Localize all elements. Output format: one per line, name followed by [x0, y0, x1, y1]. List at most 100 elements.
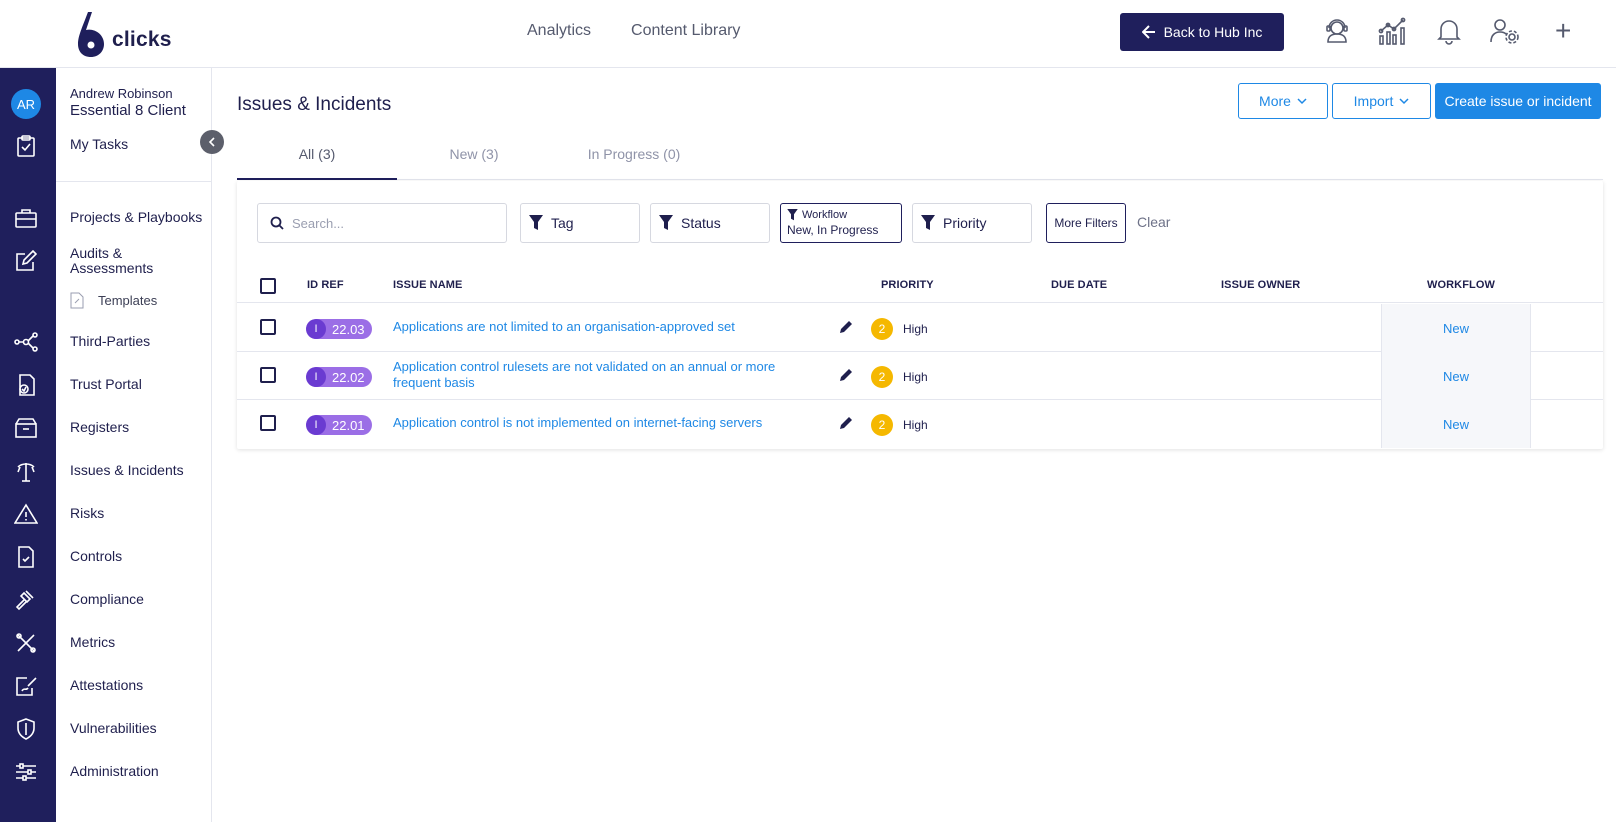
workflow-status[interactable]: New	[1381, 304, 1531, 352]
table-row[interactable]: I 22.01 Application control is not imple…	[237, 400, 1603, 448]
user-settings-icon[interactable]	[1488, 14, 1522, 48]
workflow-filter-value: New, In Progress	[787, 223, 879, 237]
priority-filter[interactable]: Priority	[912, 203, 1032, 243]
nav-analytics[interactable]: Analytics	[527, 22, 591, 40]
user-name: Andrew Robinson	[70, 86, 173, 101]
col-due-date[interactable]: DUE DATE	[1051, 279, 1107, 291]
id-ref-badge[interactable]: I 22.01	[306, 415, 372, 435]
create-issue-button[interactable]: Create issue or incident	[1435, 83, 1601, 119]
id-ref-badge[interactable]: I 22.03	[306, 319, 372, 339]
administration-sliders-icon[interactable]	[14, 760, 38, 784]
select-all-checkbox[interactable]	[260, 278, 276, 294]
more-filters-button[interactable]: More Filters	[1046, 203, 1126, 243]
sidebar-item-metrics[interactable]: Metrics	[70, 635, 115, 650]
controls-document-icon[interactable]	[14, 545, 38, 569]
issue-type-badge: I	[306, 415, 326, 435]
issue-type-badge: I	[306, 367, 326, 387]
sidebar-item-templates[interactable]: Templates	[70, 292, 157, 309]
trust-document-icon[interactable]	[14, 373, 38, 397]
tab-bar: All (3) New (3) In Progress (0)	[237, 144, 1603, 180]
import-button[interactable]: Import	[1332, 83, 1431, 119]
chevron-down-icon	[1399, 98, 1409, 105]
table-row[interactable]: I 22.03 Applications are not limited to …	[237, 304, 1603, 352]
sidebar-item-projects[interactable]: Projects & Playbooks	[70, 210, 202, 225]
vulnerabilities-shield-icon[interactable]	[14, 717, 38, 741]
workflow-filter[interactable]: Workflow New, In Progress	[780, 203, 902, 243]
avatar[interactable]: AR	[11, 89, 41, 119]
priority-text: High	[903, 418, 928, 432]
tab-in-progress[interactable]: In Progress (0)	[554, 144, 714, 180]
tasks-clipboard-icon[interactable]	[14, 134, 38, 158]
analytics-chart-icon[interactable]	[1376, 14, 1410, 48]
sidebar-item-controls[interactable]: Controls	[70, 549, 122, 564]
col-priority[interactable]: PRIORITY	[881, 279, 934, 291]
edit-document-icon[interactable]	[14, 249, 38, 273]
sidebar-item-administration[interactable]: Administration	[70, 764, 159, 779]
row-checkbox[interactable]	[260, 319, 276, 335]
issue-type-badge: I	[306, 319, 326, 339]
pencil-icon[interactable]	[838, 415, 854, 431]
search-input[interactable]	[292, 215, 492, 231]
sidebar-item-issues[interactable]: Issues & Incidents	[70, 463, 184, 478]
risk-warning-icon[interactable]	[14, 502, 38, 526]
tag-filter[interactable]: Tag	[520, 203, 640, 243]
bell-icon[interactable]	[1432, 14, 1466, 48]
issues-table-card: Tag Status Workflow New, In Progress Pri…	[237, 181, 1603, 449]
logo-text: clicks	[112, 28, 172, 51]
more-button[interactable]: More	[1238, 83, 1328, 119]
issue-name-link[interactable]: Applications are not limited to an organ…	[393, 319, 793, 335]
priority-filter-label: Priority	[943, 215, 987, 231]
sidebar-item-trust-portal[interactable]: Trust Portal	[70, 377, 142, 392]
issues-flag-icon[interactable]	[14, 459, 38, 483]
sidebar-item-risks[interactable]: Risks	[70, 506, 104, 521]
support-icon[interactable]	[1320, 14, 1354, 48]
sidebar-item-registers[interactable]: Registers	[70, 420, 129, 435]
filter-icon	[787, 209, 798, 221]
top-icons	[1320, 14, 1522, 48]
back-to-hub-button[interactable]: Back to Hub Inc	[1120, 13, 1284, 51]
status-filter[interactable]: Status	[650, 203, 770, 243]
workflow-status[interactable]: New	[1381, 352, 1531, 400]
priority-cell: 2 High	[871, 366, 928, 388]
attestations-sign-icon[interactable]	[14, 674, 38, 698]
plus-icon[interactable]: +	[1555, 14, 1571, 48]
priority-level-badge: 2	[871, 366, 893, 388]
col-issue-name[interactable]: ISSUE NAME	[393, 279, 462, 291]
compliance-gavel-icon[interactable]	[14, 588, 38, 612]
user-info: Andrew Robinson Essential 8 Client	[70, 86, 186, 119]
sidebar-item-my-tasks[interactable]: My Tasks	[70, 137, 128, 152]
top-bar: clicks Analytics Content Library Back to…	[0, 0, 1616, 68]
clear-filters-link[interactable]: Clear	[1137, 214, 1170, 230]
id-ref-badge[interactable]: I 22.02	[306, 367, 372, 387]
table-row[interactable]: I 22.02 Application control rulesets are…	[237, 352, 1603, 400]
sidebar-item-audits[interactable]: Audits & Assessments	[70, 246, 180, 276]
sidebar-item-templates-label: Templates	[98, 293, 158, 308]
sidebar-item-vulnerabilities[interactable]: Vulnerabilities	[70, 721, 157, 736]
tab-all[interactable]: All (3)	[237, 144, 397, 180]
back-to-hub-label: Back to Hub Inc	[1163, 24, 1263, 40]
issue-name-link[interactable]: Application control is not implemented o…	[393, 415, 793, 431]
sidebar-item-compliance[interactable]: Compliance	[70, 592, 144, 607]
col-id-ref[interactable]: ID REF	[307, 279, 344, 291]
row-checkbox[interactable]	[260, 415, 276, 431]
network-nodes-icon[interactable]	[14, 330, 38, 354]
sidebar-item-attestations[interactable]: Attestations	[70, 678, 143, 693]
briefcase-icon[interactable]	[14, 206, 38, 230]
tab-new[interactable]: New (3)	[394, 144, 554, 180]
col-workflow[interactable]: WORKFLOW	[1427, 279, 1495, 291]
metrics-tools-icon[interactable]	[14, 631, 38, 655]
logo[interactable]: clicks	[74, 10, 172, 58]
issue-name-link[interactable]: Application control rulesets are not val…	[393, 359, 793, 391]
collapse-sidebar-button[interactable]	[200, 130, 224, 154]
registers-box-icon[interactable]	[14, 416, 38, 440]
row-checkbox[interactable]	[260, 367, 276, 383]
pencil-icon[interactable]	[838, 319, 854, 335]
top-nav: Analytics Content Library	[527, 22, 740, 40]
sidebar: Andrew Robinson Essential 8 Client My Ta…	[56, 68, 212, 822]
workflow-status[interactable]: New	[1381, 400, 1531, 448]
col-issue-owner[interactable]: ISSUE OWNER	[1221, 279, 1300, 291]
nav-content-library[interactable]: Content Library	[631, 22, 740, 40]
sidebar-item-third-parties[interactable]: Third-Parties	[70, 334, 150, 349]
more-button-label: More	[1259, 93, 1291, 109]
pencil-icon[interactable]	[838, 367, 854, 383]
